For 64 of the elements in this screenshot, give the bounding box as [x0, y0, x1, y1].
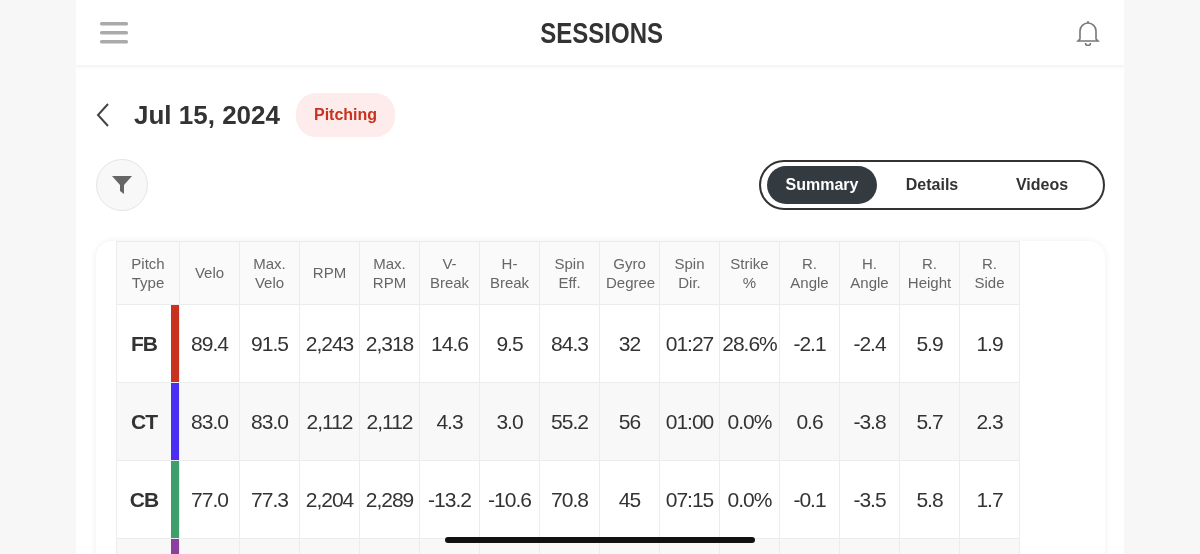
- filter-button[interactable]: [96, 159, 148, 211]
- filter-icon: [111, 174, 133, 196]
- table-cell: 4.3: [419, 382, 480, 461]
- column-header: R. Height: [899, 241, 960, 305]
- table-cell: 01:00: [659, 382, 720, 461]
- tab[interactable]: Videos: [987, 166, 1097, 204]
- pitch-type-cell: CT: [116, 382, 180, 461]
- page-title: SESSIONS: [540, 15, 664, 51]
- table-cell: 1.9: [959, 304, 1020, 383]
- column-header: Max. Velo: [239, 241, 300, 305]
- column-header: R. Side: [959, 241, 1020, 305]
- column-header: Spin Eff.: [539, 241, 600, 305]
- table-cell: 9.5: [479, 304, 540, 383]
- table-cell: 2,318: [359, 304, 420, 383]
- column-header: RPM: [299, 241, 360, 305]
- column-header: H. Angle: [839, 241, 900, 305]
- tab[interactable]: Details: [877, 166, 987, 204]
- table-cell: -2.4: [839, 304, 900, 383]
- table-cell: 77.3: [239, 460, 300, 539]
- column-header: Gyro Degree: [599, 241, 660, 305]
- column-header: H-Break: [479, 241, 540, 305]
- table-cell: 2,243: [299, 304, 360, 383]
- column-header: Max. RPM: [359, 241, 420, 305]
- table-cell: 91.5: [239, 304, 300, 383]
- bell-icon[interactable]: [1076, 19, 1100, 46]
- table-cell: 3.0: [479, 382, 540, 461]
- table-cell: -3.5: [839, 460, 900, 539]
- pitch-type-cell: FB: [116, 304, 180, 383]
- table-cell: 84.3: [539, 304, 600, 383]
- table-cell: 55.2: [539, 382, 600, 461]
- column-header: R. Angle: [779, 241, 840, 305]
- table-cell: 83.0: [239, 382, 300, 461]
- table-cell: 5.9: [899, 304, 960, 383]
- table-cell: 77.0: [179, 460, 240, 539]
- table-cell: 2,112: [299, 382, 360, 461]
- table-cell: 2,204: [299, 460, 360, 539]
- table-cell: 0.0%: [719, 382, 780, 461]
- pitch-type-cell: CB: [116, 460, 180, 539]
- table-cell: 5.8: [899, 460, 960, 539]
- table-cell: 89.4: [179, 304, 240, 383]
- table-cell: 1.7: [959, 460, 1020, 539]
- table-cell: 0.6: [779, 382, 840, 461]
- session-type-badge: Pitching: [296, 93, 396, 137]
- tab[interactable]: Summary: [767, 166, 877, 204]
- table-cell: -2.1: [779, 304, 840, 383]
- table-cell: 83.0: [179, 382, 240, 461]
- table-cell: 2,112: [359, 382, 420, 461]
- table-cell: 14.6: [419, 304, 480, 383]
- column-header: Spin Dir.: [659, 241, 720, 305]
- table-cell: 2,289: [359, 460, 420, 539]
- column-header: Strike %: [719, 241, 780, 305]
- column-header: V-Break: [419, 241, 480, 305]
- table-cell: 2.3: [959, 382, 1020, 461]
- table-cell: 01:27: [659, 304, 720, 383]
- table-cell: 32: [599, 304, 660, 383]
- table-cell: -0.1: [779, 460, 840, 539]
- column-header: Pitch Type: [116, 241, 180, 305]
- table-cell: 28.6%: [719, 304, 780, 383]
- table-cell: 5.7: [899, 382, 960, 461]
- table-cell: -3.8: [839, 382, 900, 461]
- table-cell: 56: [599, 382, 660, 461]
- session-date: Jul 15, 2024: [134, 98, 280, 132]
- back-icon[interactable]: [96, 102, 110, 128]
- column-header: Velo: [179, 241, 240, 305]
